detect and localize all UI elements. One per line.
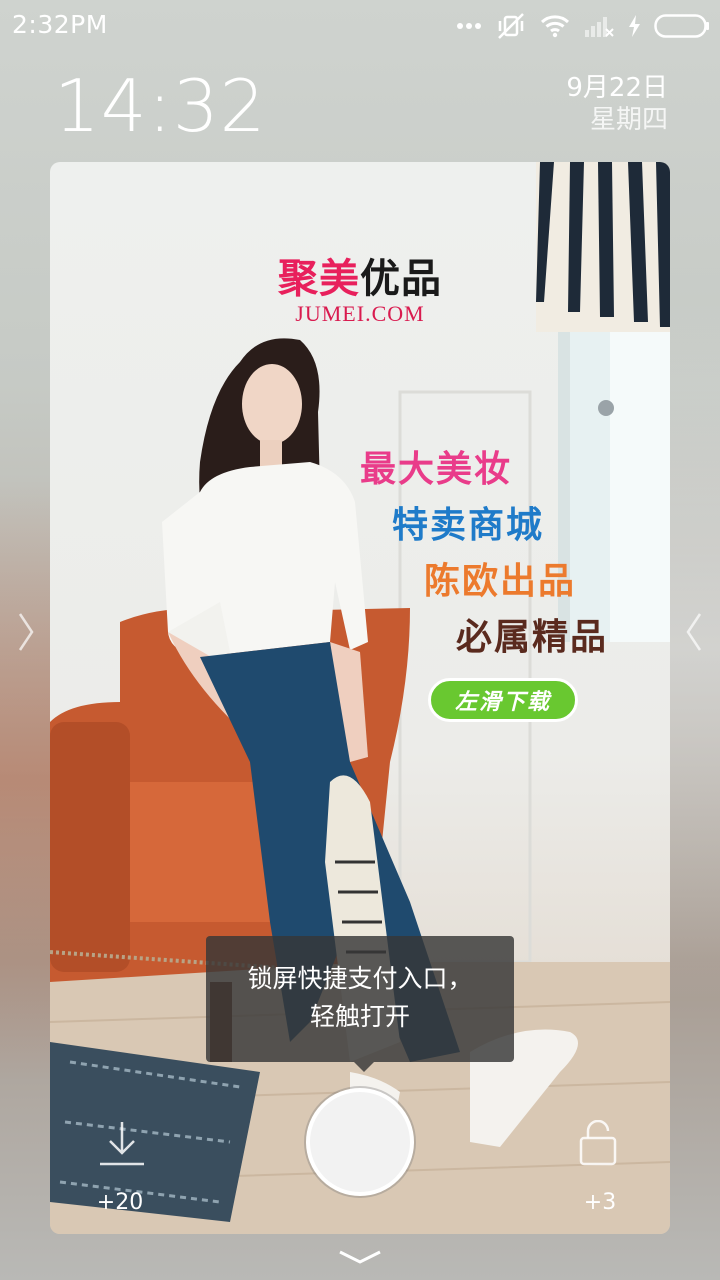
lockscreen-weekday: 星期四 [589,105,668,135]
download-count: +20 [96,1190,144,1215]
jumei-logo: 聚美优品 JUMEI.COM [50,257,670,327]
wifi-icon [540,15,570,38]
swipe-left-arrow-icon[interactable] [684,612,704,652]
charging-icon [629,15,640,37]
tooltip-arrow [354,1062,374,1072]
lockscreen-clock: 14:32 [54,64,267,148]
swipe-download-button[interactable]: 左滑下载 [428,678,578,722]
battery-icon [654,14,709,38]
swipe-right-arrow-icon[interactable] [16,612,36,652]
tooltip-line-1: 锁屏快捷支付入口， [247,964,473,993]
unlock-icon[interactable] [578,1120,618,1166]
status-icons [456,10,710,42]
ad-slogan-4: 必属精品 [456,617,609,658]
lockscreen-ad-card[interactable]: 聚美优品 JUMEI.COM 最大美妆 特卖商城 陈欧出品 必属精品 左滑下载 [50,162,670,1234]
status-bar: 2:32PM [0,0,720,52]
unlock-count: +3 [583,1190,617,1215]
lockscreen-date-block: 9月22日 星期四 [566,72,668,136]
payment-shortcut-tooltip[interactable]: 锁屏快捷支付入口， 轻触打开 [206,936,514,1062]
mute-vibrate-off-icon [498,13,524,39]
center-shutter-button[interactable] [306,1088,414,1196]
lockscreen-date: 9月22日 [566,73,668,103]
logo-text-en: JUMEI.COM [295,301,425,326]
ad-slogan-3: 陈欧出品 [424,561,577,602]
logo-text-cn-2: 优品 [360,256,442,302]
tooltip-line-2: 轻触打开 [309,1002,410,1031]
status-time: 2:32PM [12,10,108,39]
more-dots-icon [457,23,481,29]
ad-slogan-1: 最大美妆 [360,449,513,490]
signal-no-sim-icon [585,17,614,37]
download-icon[interactable] [96,1118,148,1170]
ad-slogan-2: 特卖商城 [392,505,545,546]
chevron-down-icon[interactable] [336,1248,384,1266]
logo-text-cn-1: 聚美 [278,256,360,302]
